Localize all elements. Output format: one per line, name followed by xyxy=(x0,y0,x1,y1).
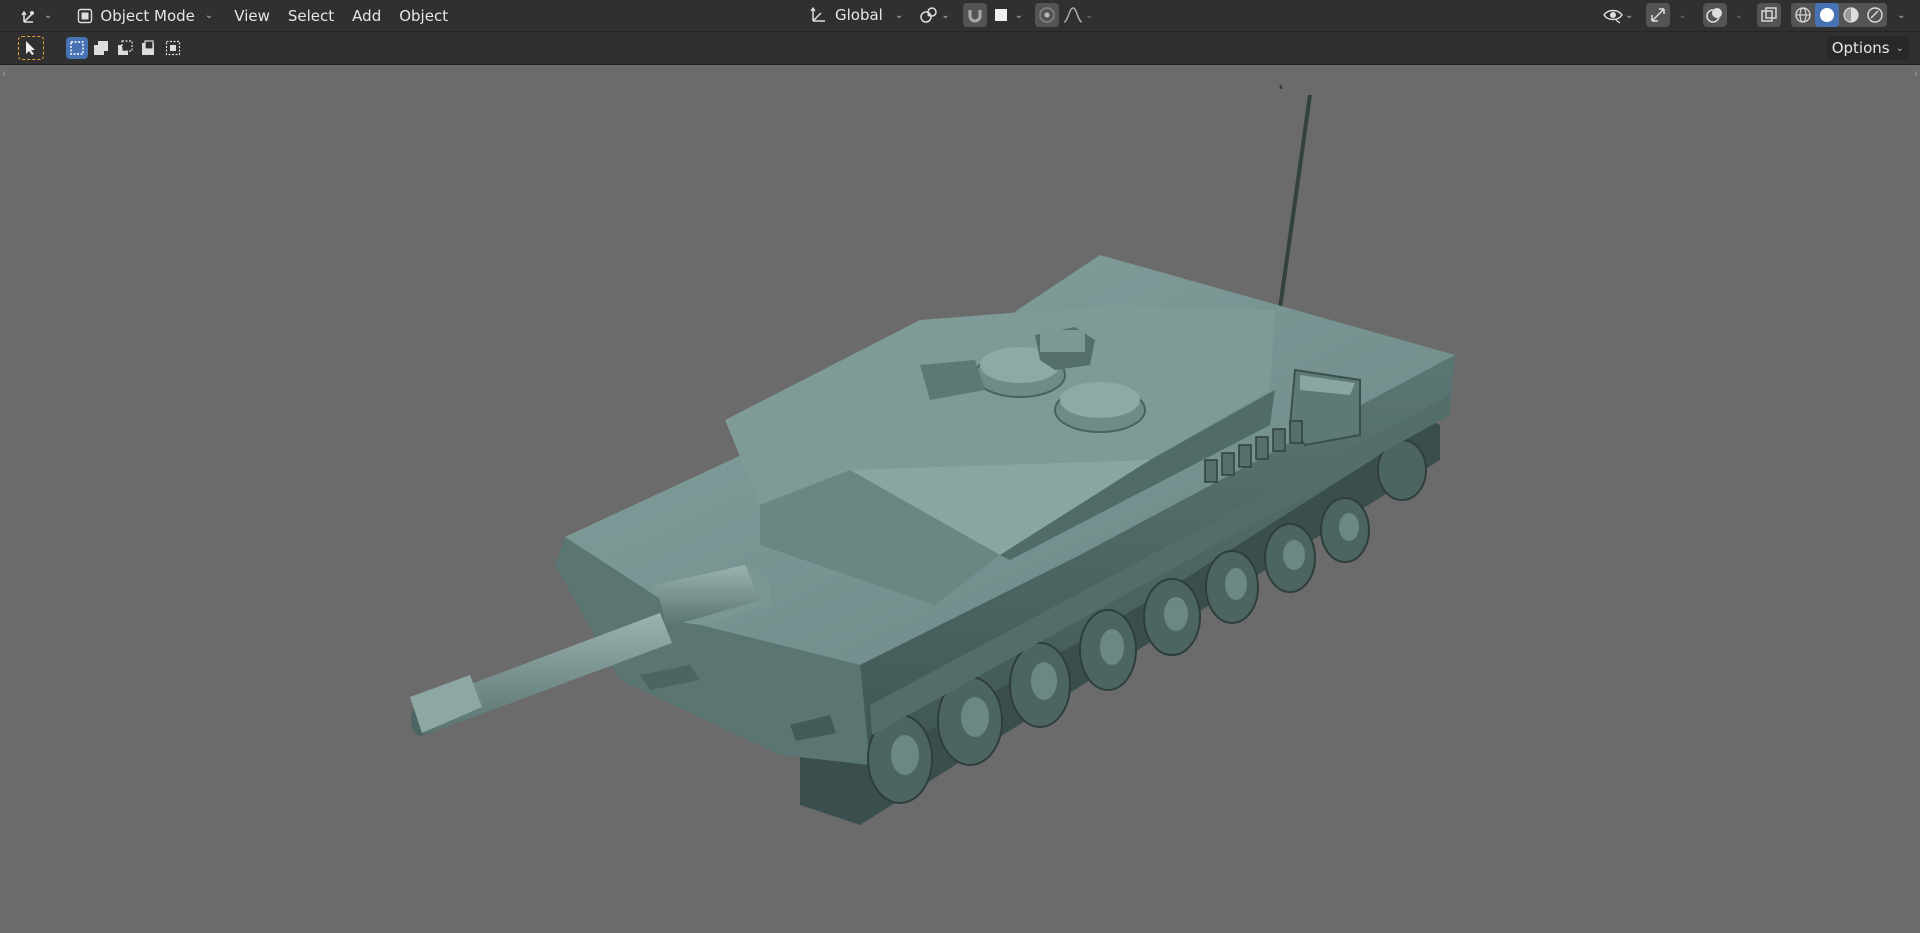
extend-selection-icon xyxy=(91,38,111,58)
xray-icon xyxy=(1759,5,1779,25)
menu-view[interactable]: View xyxy=(225,4,279,28)
solid-shading-button[interactable] xyxy=(1815,3,1840,27)
set-new-selection-icon xyxy=(67,38,87,58)
antenna xyxy=(1279,84,1283,90)
transform-orientation-dropdown[interactable]: Global ⌄ xyxy=(804,3,908,27)
select-mode-subtract[interactable] xyxy=(114,37,136,59)
proportional-editing-icon xyxy=(1037,5,1057,25)
snap-toggle[interactable] xyxy=(962,3,987,27)
intersect-selection-icon xyxy=(163,38,183,58)
falloff-curve-icon xyxy=(1063,5,1083,25)
wireframe-shading-icon xyxy=(1793,5,1813,25)
orientation-axes-icon xyxy=(809,5,829,25)
material-preview-icon xyxy=(1841,5,1861,25)
chevron-down-icon: ⌄ xyxy=(1895,42,1904,54)
orientation-label: Global xyxy=(835,6,883,24)
rendered-shading-icon xyxy=(1865,5,1885,25)
visibility-dropdown[interactable]: ⌄ xyxy=(1600,3,1636,27)
menu-add[interactable]: Add xyxy=(343,4,390,28)
chevron-down-icon: ⌄ xyxy=(1014,9,1024,21)
visibility-eye-icon xyxy=(1603,5,1623,25)
gizmo-icon xyxy=(1648,5,1668,25)
viewport-header: ⌄ Object Mode ⌄ View Select Add Object G… xyxy=(0,0,1920,32)
menu-object[interactable]: Object xyxy=(390,4,457,28)
select-mode-new[interactable] xyxy=(66,37,88,59)
rendered-shading-button[interactable] xyxy=(1863,3,1888,27)
xray-toggle[interactable] xyxy=(1757,3,1782,27)
select-mode-invert[interactable] xyxy=(138,37,160,59)
shading-options-chevron[interactable]: ⌄ xyxy=(1897,10,1905,21)
proportional-editing-toggle[interactable] xyxy=(1035,3,1060,27)
tank-model[interactable] xyxy=(0,65,1920,933)
wireframe-shading-button[interactable] xyxy=(1791,3,1816,27)
material-preview-button[interactable] xyxy=(1839,3,1864,27)
pivot-point-icon xyxy=(919,5,939,25)
gizmo-options-chevron[interactable]: ⌄ xyxy=(1678,10,1686,21)
snap-target-dropdown[interactable]: ⌄ xyxy=(989,3,1025,27)
mode-dropdown[interactable]: Object Mode ⌄ xyxy=(69,4,219,28)
chevron-down-icon: ⌄ xyxy=(44,10,53,21)
tool-settings-bar: Options ⌄ xyxy=(0,32,1920,65)
invert-selection-icon xyxy=(139,38,159,58)
select-box-tool-icon xyxy=(21,38,41,58)
menu-select[interactable]: Select xyxy=(279,4,343,28)
editor-type-button[interactable]: ⌄ xyxy=(14,4,57,28)
overlay-icon xyxy=(1705,5,1725,25)
chevron-down-icon: ⌄ xyxy=(941,9,950,21)
options-dropdown[interactable]: Options ⌄ xyxy=(1825,36,1910,60)
pivot-point-dropdown[interactable]: ⌄ xyxy=(914,3,954,27)
select-mode-extend[interactable] xyxy=(90,37,112,59)
active-tool-button[interactable] xyxy=(18,36,44,60)
chevron-down-icon: ⌄ xyxy=(1085,9,1094,21)
mode-label: Object Mode xyxy=(100,6,195,25)
falloff-dropdown[interactable]: ⌄ xyxy=(1061,3,1095,27)
object-mode-icon xyxy=(75,6,95,26)
antenna-mast xyxy=(1277,94,1312,316)
3d-viewport[interactable]: › ‹ xyxy=(0,65,1920,933)
solid-shading-icon xyxy=(1817,5,1837,25)
select-mode-intersect[interactable] xyxy=(162,37,184,59)
chevron-down-icon: ⌄ xyxy=(204,10,214,21)
loader-hatch xyxy=(1054,382,1146,433)
overlay-toggle[interactable] xyxy=(1702,3,1727,27)
subtract-selection-icon xyxy=(115,38,135,58)
options-label: Options xyxy=(1831,39,1890,57)
snap-magnet-icon xyxy=(965,5,985,25)
transform-gizmo-icon xyxy=(19,6,39,26)
gizmo-toggle[interactable] xyxy=(1646,3,1671,27)
chevron-down-icon: ⌄ xyxy=(1625,9,1634,21)
overlay-options-chevron[interactable]: ⌄ xyxy=(1735,10,1743,21)
chevron-down-icon: ⌄ xyxy=(894,9,904,21)
snap-square-icon xyxy=(991,5,1011,25)
